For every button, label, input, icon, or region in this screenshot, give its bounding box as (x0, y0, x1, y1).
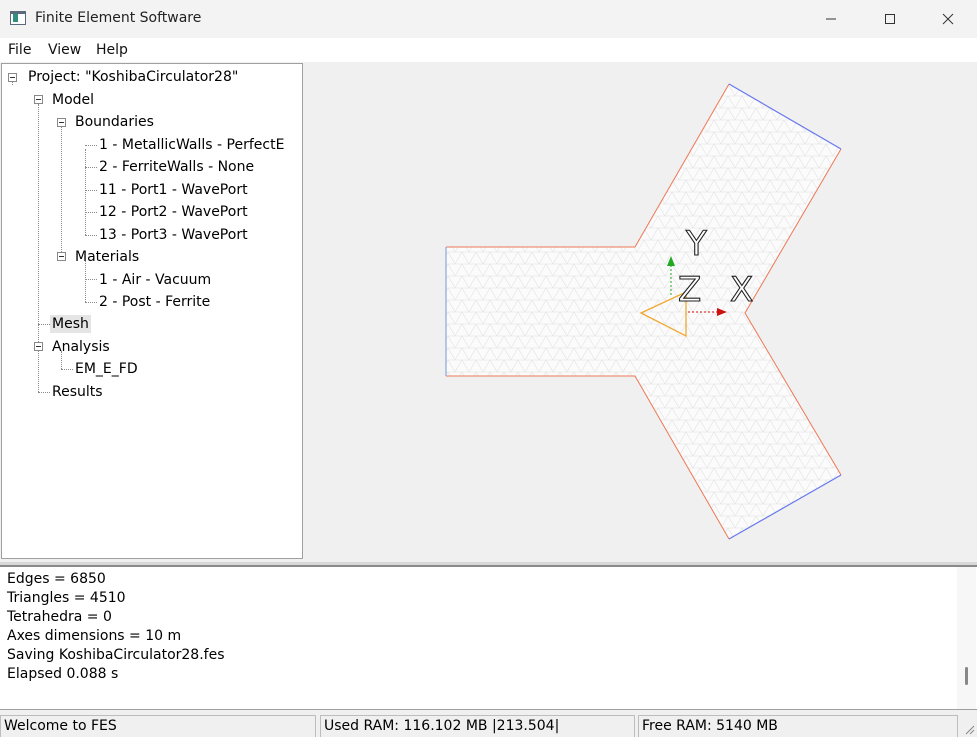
viewport-3d[interactable]: Y Z X (303, 63, 977, 561)
tree-node-analysis[interactable]: Analysis (52, 338, 110, 356)
console-line: Elapsed 0.088 s (7, 666, 119, 682)
console-line: Edges = 6850 (7, 571, 106, 587)
tree-node-boundaries[interactable]: Boundaries (75, 113, 154, 131)
console-line: Saving KoshibaCirculator28.fes (7, 647, 225, 663)
minimize-button[interactable] (808, 0, 854, 38)
maximize-icon (885, 14, 895, 24)
tree-node-boundary[interactable]: 2 - FerriteWalls - None (99, 158, 254, 176)
tree-node-material[interactable]: 2 - Post - Ferrite (99, 293, 210, 311)
tree-node-results[interactable]: Results (52, 383, 103, 401)
status-free-ram: Free RAM: 5140 MB (638, 715, 958, 737)
tree-node-project[interactable]: Project: "KoshibaCirculator28" (28, 68, 238, 86)
maximize-button[interactable] (867, 0, 913, 38)
title-bar: Finite Element Software (0, 0, 977, 38)
tree-line (85, 261, 86, 302)
collapse-icon[interactable] (57, 252, 66, 261)
tree-line (38, 324, 50, 325)
tree-line (85, 167, 97, 168)
menu-view[interactable]: View (48, 42, 81, 58)
tree-node-boundary[interactable]: 1 - MetallicWalls - PerfectE (99, 136, 284, 154)
tree-line (61, 369, 73, 370)
tree-node-boundary[interactable]: 12 - Port2 - WavePort (99, 203, 248, 221)
project-tree: Project: "KoshibaCirculator28" Model Bou… (1, 63, 303, 559)
collapse-icon[interactable] (34, 95, 43, 104)
tree-node-boundary[interactable]: 11 - Port1 - WavePort (99, 181, 248, 199)
resize-grip-icon[interactable] (963, 723, 975, 735)
axis-z-label: Z (678, 270, 701, 310)
tree-line (85, 145, 97, 146)
close-button[interactable] (925, 0, 971, 38)
tree-node-analysis-item[interactable]: EM_E_FD (75, 360, 138, 378)
console-scrollbar[interactable] (957, 567, 976, 709)
menu-help[interactable]: Help (96, 42, 128, 58)
app-icon (10, 11, 26, 25)
console-output: Edges = 6850 Triangles = 4510 Tetrahedra… (0, 565, 977, 710)
collapse-icon[interactable] (34, 342, 43, 351)
minimize-icon (826, 18, 836, 20)
scrollbar-thumb[interactable] (965, 667, 968, 685)
collapse-icon[interactable] (57, 118, 66, 127)
console-line: Triangles = 4510 (7, 590, 126, 606)
tree-line (61, 126, 62, 258)
status-bar: Welcome to FES Used RAM: 116.102 MB |213… (0, 712, 977, 737)
menu-file[interactable]: File (8, 42, 31, 58)
window-title: Finite Element Software (35, 10, 202, 26)
tree-line (38, 392, 50, 393)
console-line: Axes dimensions = 10 m (7, 628, 182, 644)
tree-node-materials[interactable]: Materials (75, 248, 139, 266)
tree-node-mesh[interactable]: Mesh (50, 315, 91, 333)
mesh-view: Y Z X (445, 83, 842, 540)
tree-line (85, 212, 97, 213)
tree-node-model[interactable]: Model (52, 91, 94, 109)
axis-y-label: Y (685, 224, 707, 264)
tree-node-boundary[interactable]: 13 - Port3 - WavePort (99, 226, 248, 244)
status-welcome: Welcome to FES (0, 715, 316, 737)
status-used-ram: Used RAM: 116.102 MB |213.504| (320, 715, 635, 737)
menu-bar: File View Help (0, 38, 977, 62)
tree-line (85, 149, 86, 235)
close-icon (942, 13, 954, 25)
tree-line (85, 235, 97, 236)
tree-node-material[interactable]: 1 - Air - Vacuum (99, 271, 211, 289)
tree-line (85, 190, 97, 191)
collapse-icon[interactable] (8, 73, 17, 82)
tree-line (85, 279, 97, 280)
console-line: Tetrahedra = 0 (7, 609, 112, 625)
axis-x-label: X (730, 270, 753, 310)
tree-line (85, 302, 97, 303)
